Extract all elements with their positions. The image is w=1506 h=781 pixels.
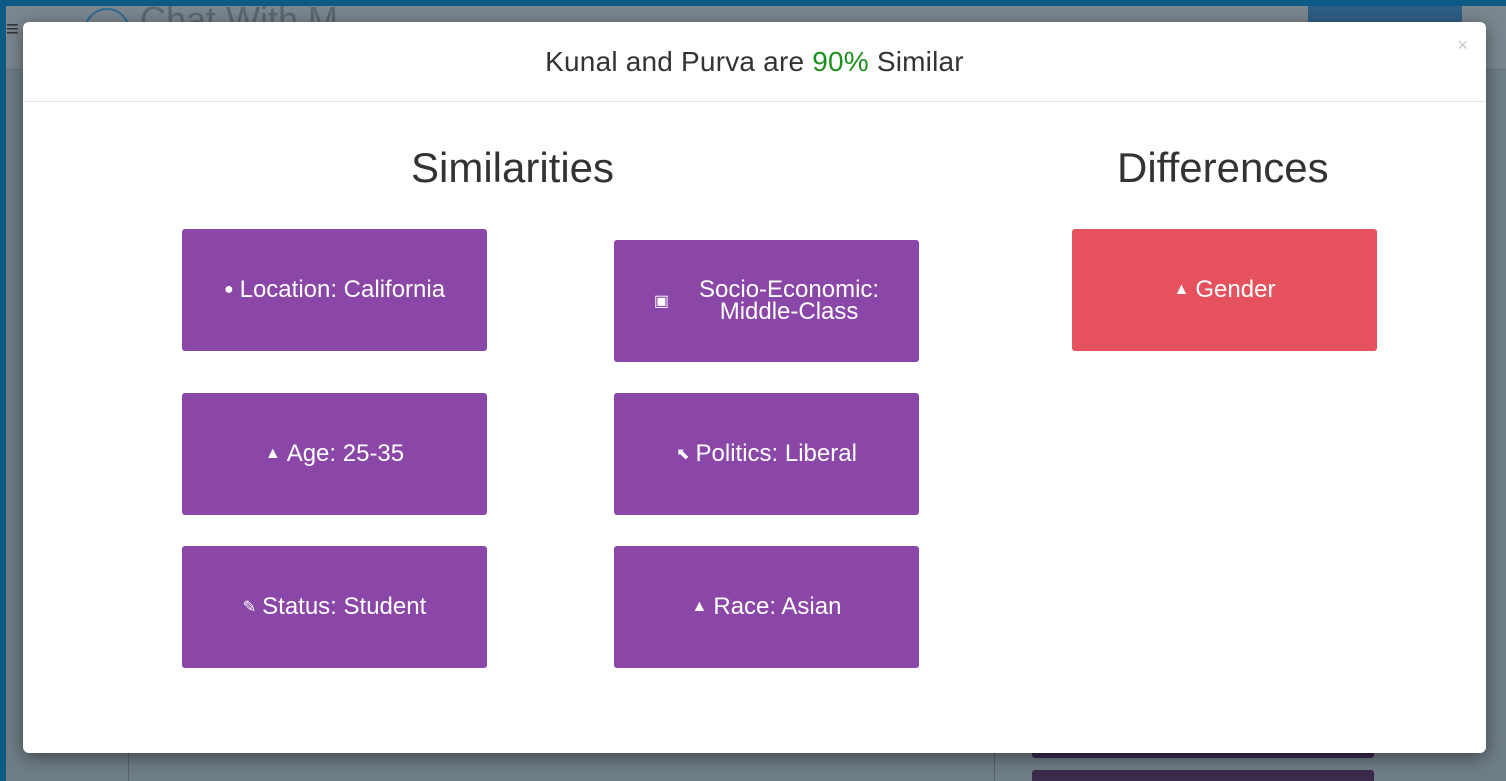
- background-bar: [1032, 770, 1374, 781]
- title-prefix: Kunal and Purva are: [545, 46, 813, 77]
- close-icon[interactable]: ×: [1457, 36, 1468, 54]
- tile-label: Gender: [1195, 276, 1276, 303]
- similarity-modal: Kunal and Purva are 90% Similar × Simila…: [23, 22, 1486, 753]
- similarity-percent: 90%: [812, 46, 869, 77]
- similarity-tile-status[interactable]: ✎ Status: Student: [182, 546, 487, 668]
- person-icon: ▲: [691, 598, 708, 615]
- title-suffix: Similar: [868, 46, 964, 77]
- modal-title: Kunal and Purva are 90% Similar: [23, 46, 1486, 78]
- similarity-tile-race[interactable]: ▲ Race: Asian: [614, 546, 919, 668]
- tile-label: Location: California: [239, 276, 446, 303]
- tile-label: Status: Student: [262, 593, 427, 620]
- hamburger-menu-icon: ≡: [6, 16, 19, 41]
- similarity-tile-politics[interactable]: ⬉ Politics: Liberal: [614, 393, 919, 515]
- tile-label: Age: 25-35: [286, 440, 405, 467]
- money-icon: ▣: [653, 293, 670, 310]
- gavel-icon: ⬉: [676, 446, 690, 463]
- tile-label-line2: Middle-Class: [719, 298, 859, 325]
- globe-icon: ●: [223, 281, 234, 298]
- modal-header: Kunal and Purva are 90% Similar ×: [23, 22, 1486, 102]
- similarities-heading: Similarities: [411, 144, 615, 191]
- tile-label: Race: Asian: [713, 593, 842, 620]
- person-icon: ▲: [264, 445, 281, 462]
- pencil-icon: ✎: [242, 599, 257, 616]
- person-icon: ▲: [1173, 281, 1190, 298]
- difference-tile-gender[interactable]: ▲ Gender: [1072, 229, 1377, 351]
- tile-label: Socio-Economic: Middle-Class: [699, 278, 879, 325]
- similarity-tile-age[interactable]: ▲ Age: 25-35: [182, 393, 487, 515]
- differences-heading: Differences: [1117, 144, 1329, 191]
- tile-label: Politics: Liberal: [695, 440, 857, 467]
- similarity-tile-location[interactable]: ● Location: California: [182, 229, 487, 351]
- similarity-tile-socio-economic[interactable]: ▣ Socio-Economic: Middle-Class: [614, 240, 919, 362]
